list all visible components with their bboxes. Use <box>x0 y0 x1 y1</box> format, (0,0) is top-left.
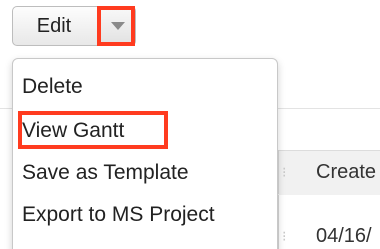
edit-button[interactable]: Edit <box>13 7 95 45</box>
menu-item-delete[interactable]: Delete <box>22 74 83 100</box>
table-cell-date: 04/16/ <box>316 225 372 247</box>
column-separator <box>278 150 279 194</box>
column-separator <box>278 195 279 249</box>
actions-dropdown-toggle[interactable] <box>97 6 135 46</box>
menu-item-export-ms-project[interactable]: Export to MS Project <box>22 202 215 228</box>
edit-split-button[interactable]: Edit <box>12 6 136 46</box>
menu-item-save-as-template[interactable]: Save as Template <box>22 160 189 186</box>
chevron-down-icon <box>111 22 125 30</box>
menu-item-view-gantt[interactable]: View Gantt <box>22 118 124 144</box>
sort-icon[interactable]: ⁝ <box>282 162 286 182</box>
sort-icon: ⁝ <box>282 228 287 244</box>
column-header-created[interactable]: Create <box>316 161 376 184</box>
project-detail-view: ⁝ ⁝ Create 04/16/ Edit Delete View Gantt… <box>0 0 380 249</box>
